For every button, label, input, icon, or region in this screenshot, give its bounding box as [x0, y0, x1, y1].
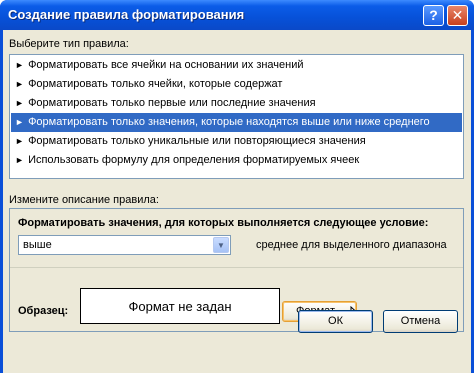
preview-text: Формат не задан [128, 299, 232, 314]
rule-item-contains[interactable]: ► Форматировать только ячейки, которые с… [11, 75, 462, 94]
arrow-right-icon: ► [15, 117, 24, 127]
rule-item-label: Форматировать все ячейки на основании их… [28, 59, 304, 71]
rule-item-label: Форматировать только значения, которые н… [28, 116, 430, 128]
rule-type-label: Выберите тип правила: [9, 38, 129, 50]
rule-description-label: Измените описание правила: [9, 194, 159, 206]
condition-title: Форматировать значения, для которых выпо… [18, 217, 429, 229]
help-button[interactable]: ? [423, 5, 444, 26]
ok-button[interactable]: ОК [298, 310, 373, 333]
rule-item-label: Форматировать только уникальные или повт… [28, 135, 366, 147]
arrow-right-icon: ► [15, 60, 24, 70]
rule-item-formula[interactable]: ► Использовать формулу для определения ф… [11, 151, 462, 170]
rule-item-above-below-average[interactable]: ► Форматировать только значения, которые… [11, 113, 462, 132]
average-range-text: среднее для выделенного диапазона [256, 239, 447, 251]
rule-item-label: Форматировать только ячейки, которые сод… [28, 78, 283, 90]
title-bar[interactable]: Создание правила форматирования ? ✕ [0, 0, 474, 30]
rule-item-all-cells[interactable]: ► Форматировать все ячейки на основании … [11, 56, 462, 75]
rule-item-label: Использовать формулу для определения фор… [28, 154, 360, 166]
above-below-select[interactable]: выше ▼ [18, 235, 231, 255]
close-button[interactable]: ✕ [447, 5, 468, 26]
panel-divider [10, 267, 463, 268]
cancel-button[interactable]: Отмена [383, 310, 458, 333]
rule-item-unique-duplicate[interactable]: ► Форматировать только уникальные или по… [11, 132, 462, 151]
arrow-right-icon: ► [15, 155, 24, 165]
rule-type-list[interactable]: ► Форматировать все ячейки на основании … [9, 54, 464, 179]
sample-label: Образец: [18, 305, 69, 317]
select-value: выше [23, 239, 52, 251]
arrow-right-icon: ► [15, 98, 24, 108]
dialog-window: Создание правила форматирования ? ✕ Выбе… [0, 0, 474, 373]
dialog-title: Создание правила форматирования [8, 7, 245, 22]
chevron-down-icon[interactable]: ▼ [213, 237, 229, 253]
format-preview: Формат не задан [80, 288, 280, 324]
rule-item-label: Форматировать только первые или последни… [28, 97, 316, 109]
arrow-right-icon: ► [15, 136, 24, 146]
arrow-right-icon: ► [15, 79, 24, 89]
rule-item-top-bottom[interactable]: ► Форматировать только первые или послед… [11, 94, 462, 113]
